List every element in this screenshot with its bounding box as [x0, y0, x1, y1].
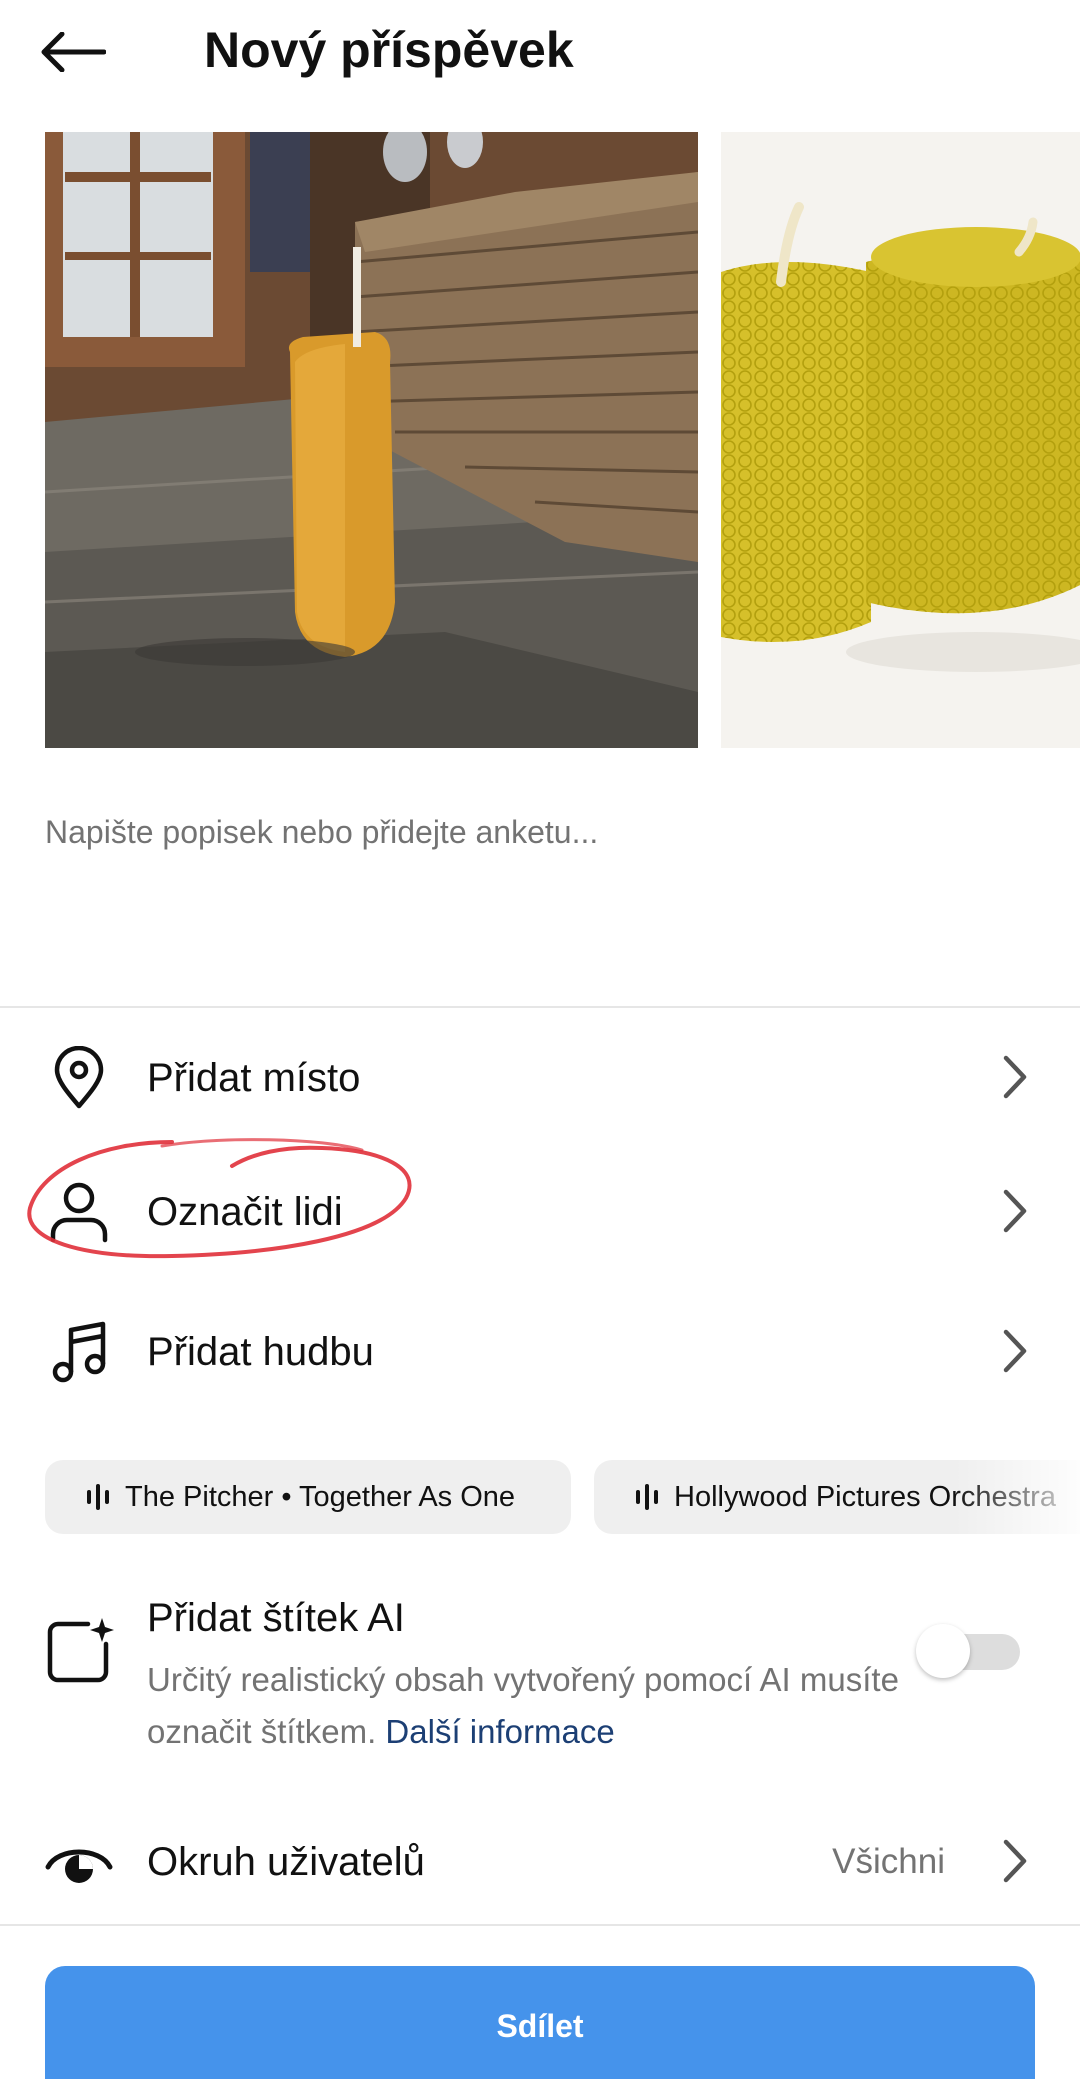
tag-people-row[interactable]: Označit lidi: [0, 1150, 1080, 1270]
music-suggestion-label: The Pitcher • Together As One: [125, 1480, 516, 1513]
ai-label-toggle[interactable]: [914, 1620, 1024, 1678]
divider: [0, 1006, 1080, 1008]
chevron-right-icon: [1003, 1189, 1027, 1233]
ai-label-row: Přidat štítek AI Určitý realistický obsa…: [0, 1590, 1080, 1770]
toggle-knob: [916, 1624, 970, 1678]
add-location-row[interactable]: Přidat místo: [0, 1016, 1080, 1136]
add-music-row[interactable]: Přidat hudbu: [0, 1290, 1080, 1410]
add-location-label: Přidat místo: [147, 1056, 361, 1100]
image-carousel[interactable]: [0, 132, 1080, 748]
new-post-screen: Nový příspěvek Napište popisek nebo přid…: [0, 0, 1080, 2079]
divider: [0, 1924, 1080, 1926]
tag-people-label: Označit lidi: [147, 1190, 343, 1234]
chevron-right-icon: [1003, 1055, 1027, 1099]
arrow-left-icon: [41, 32, 106, 72]
eye-icon: [44, 1830, 114, 1894]
audience-label: Okruh uživatelů: [147, 1840, 425, 1884]
person-icon: [44, 1180, 114, 1244]
honeycomb-beeswax-candles-photo[interactable]: [721, 132, 1080, 748]
chevron-right-icon: [1003, 1329, 1027, 1373]
location-pin-icon: [44, 1046, 114, 1110]
share-button[interactable]: Sdílet: [45, 1966, 1035, 2079]
learn-more-link[interactable]: Další informace: [385, 1713, 614, 1750]
caption-input[interactable]: Napište popisek nebo přidejte anketu...: [45, 812, 1035, 852]
back-button[interactable]: [40, 22, 120, 82]
music-note-icon: [44, 1320, 114, 1384]
music-suggestions: The Pitcher • Together As One Hollywood …: [45, 1460, 1080, 1534]
music-suggestion-chip[interactable]: The Pitcher • Together As One: [45, 1460, 571, 1534]
ai-label-title: Přidat štítek AI: [147, 1596, 405, 1640]
audio-bars-icon: [636, 1484, 658, 1510]
ai-sparkle-square-icon: [44, 1616, 114, 1686]
add-music-label: Přidat hudbu: [147, 1330, 374, 1374]
audience-row[interactable]: Okruh uživatelů Všichni: [0, 1800, 1080, 1920]
beeswax-candle-on-table-photo[interactable]: [45, 132, 698, 748]
chevron-right-icon: [1003, 1839, 1027, 1883]
audience-value: Všichni: [832, 1842, 945, 1881]
page-title: Nový příspěvek: [204, 22, 574, 78]
header: Nový příspěvek: [0, 0, 1080, 110]
music-suggestion-chip[interactable]: Hollywood Pictures Orchestra: [594, 1460, 1080, 1534]
chip-fade-overlay: [954, 1460, 1080, 1534]
audio-bars-icon: [87, 1484, 109, 1510]
ai-label-description: Určitý realistický obsah vytvořený pomoc…: [147, 1654, 907, 1758]
